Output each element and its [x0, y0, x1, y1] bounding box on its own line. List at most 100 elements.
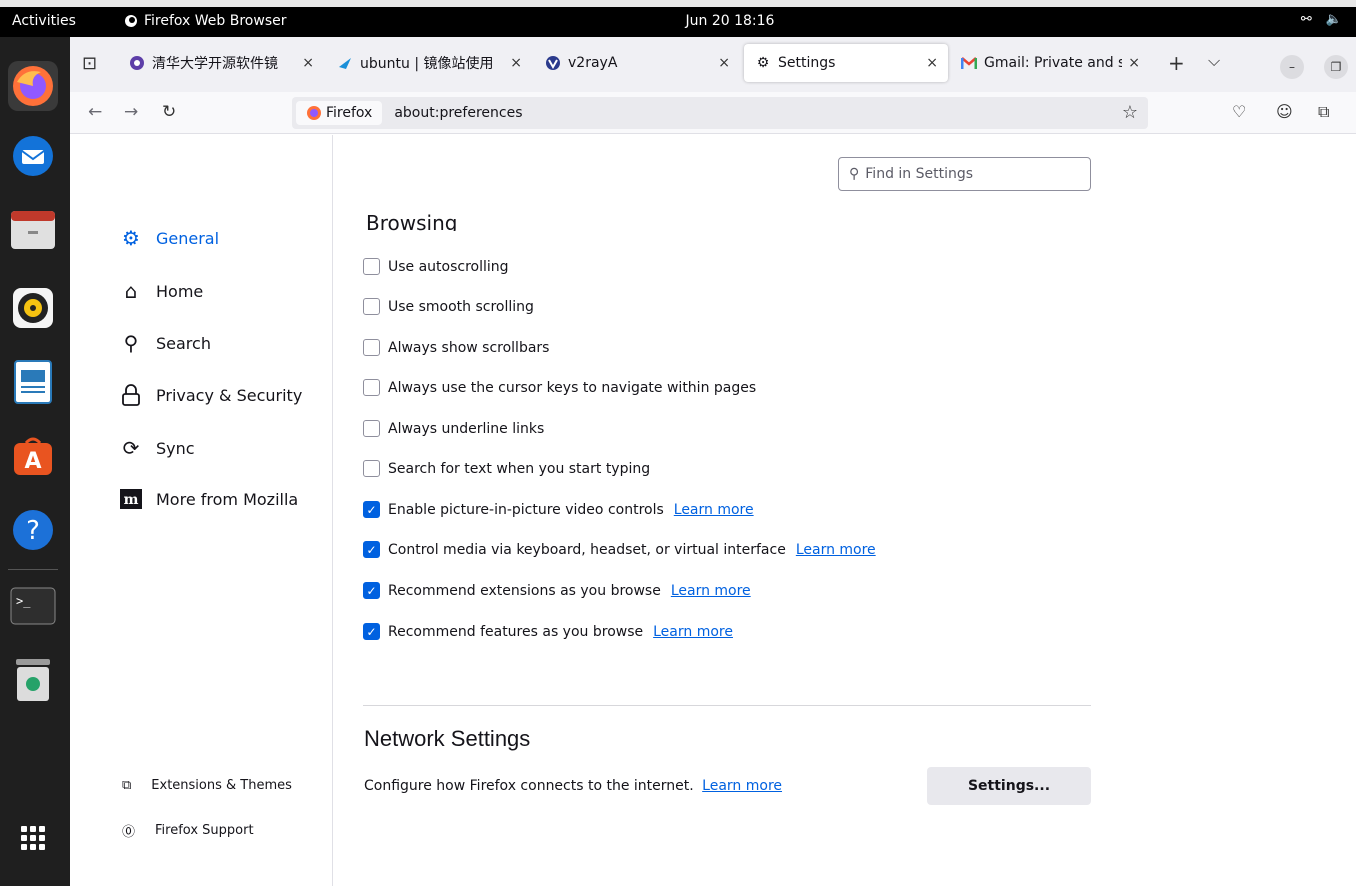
- tab-ubuntu-mirror[interactable]: ubuntu | 镜像站使用 ×: [326, 44, 532, 82]
- option-smooth-scrolling[interactable]: Use smooth scrolling: [363, 298, 534, 315]
- svg-text:m: m: [124, 492, 139, 508]
- category-home[interactable]: ⌂ Home: [118, 279, 204, 303]
- category-label: Sync: [156, 438, 195, 458]
- category-privacy[interactable]: Privacy & Security: [118, 384, 302, 406]
- chevron-down-icon[interactable]: ⌵: [1208, 51, 1220, 71]
- network-icon[interactable]: ⚯: [1301, 12, 1312, 27]
- option-search-typing[interactable]: Search for text when you start typing: [363, 460, 650, 477]
- extensions-themes-link[interactable]: ⧉ Extensions & Themes: [122, 778, 292, 793]
- minimize-icon[interactable]: –: [1280, 55, 1304, 79]
- forward-arrow-icon[interactable]: →: [124, 102, 138, 122]
- identity-label: Firefox: [326, 105, 373, 121]
- footer-label: Firefox Support: [155, 823, 254, 838]
- checkbox[interactable]: [363, 460, 380, 477]
- category-general[interactable]: ⚙ General: [118, 226, 219, 250]
- close-tab-icon[interactable]: ×: [510, 55, 522, 71]
- top-strip: [0, 0, 1356, 7]
- option-media-control[interactable]: ✓ Control media via keyboard, headset, o…: [363, 541, 876, 558]
- sync-icon: ⟳: [122, 436, 140, 460]
- browsing-heading: Browsing: [366, 211, 458, 231]
- option-recommend-extensions[interactable]: ✓ Recommend extensions as you browse Lea…: [363, 582, 751, 599]
- checkbox-checked[interactable]: ✓: [363, 501, 380, 518]
- learn-more-link[interactable]: Learn more: [674, 502, 754, 518]
- checkbox-checked[interactable]: ✓: [363, 541, 380, 558]
- search-icon: ⚲: [849, 166, 860, 182]
- option-show-scrollbars[interactable]: Always show scrollbars: [363, 339, 549, 356]
- restore-icon[interactable]: ❐: [1324, 55, 1348, 79]
- learn-more-link[interactable]: Learn more: [702, 778, 782, 794]
- checkbox[interactable]: [363, 339, 380, 356]
- checkbox-checked[interactable]: ✓: [363, 582, 380, 599]
- checkbox[interactable]: [363, 298, 380, 315]
- checkbox[interactable]: [363, 258, 380, 275]
- checkbox-checked[interactable]: ✓: [363, 623, 380, 640]
- dock-writer-icon[interactable]: [8, 357, 58, 407]
- option-label: Recommend extensions as you browse: [388, 582, 661, 599]
- gear-icon: ⚙: [122, 226, 140, 250]
- checkbox[interactable]: [363, 379, 380, 396]
- checkbox[interactable]: [363, 420, 380, 437]
- firefox-support-link[interactable]: ⓪ Firefox Support: [122, 821, 254, 840]
- dock-trash-icon[interactable]: [8, 655, 58, 705]
- dock-show-apps-icon[interactable]: [8, 813, 58, 863]
- tuna-bird-icon: [336, 55, 354, 71]
- learn-more-link[interactable]: Learn more: [671, 583, 751, 599]
- option-cursor-keys[interactable]: Always use the cursor keys to navigate w…: [363, 379, 756, 396]
- firefox-logo-icon: [307, 106, 321, 120]
- volume-icon[interactable]: 🔈: [1326, 12, 1342, 27]
- category-more-from-mozilla[interactable]: m More from Mozilla: [118, 489, 298, 509]
- tab-tuna[interactable]: 清华大学开源软件镜 ×: [118, 44, 324, 82]
- activities-button[interactable]: Activities: [12, 13, 76, 29]
- svg-text:>_: >_: [16, 594, 31, 608]
- mozilla-icon: m: [118, 489, 144, 509]
- system-tray[interactable]: ⚯ 🔈: [1301, 12, 1342, 27]
- category-sync[interactable]: ⟳ Sync: [118, 436, 195, 460]
- option-underline-links[interactable]: Always underline links: [363, 420, 544, 437]
- close-tab-icon[interactable]: ×: [302, 55, 314, 71]
- url-bar[interactable]: Firefox about:preferences ☆: [292, 97, 1148, 129]
- dock-firefox-icon[interactable]: [8, 61, 58, 111]
- bookmark-star-icon[interactable]: ☆: [1122, 102, 1138, 123]
- pocket-icon[interactable]: ♡: [1232, 102, 1246, 121]
- find-in-settings-input[interactable]: ⚲ Find in Settings: [838, 157, 1091, 191]
- tab-label: Gmail: Private and s: [984, 55, 1123, 71]
- reload-icon[interactable]: ↻: [162, 102, 176, 122]
- back-arrow-icon[interactable]: ←: [88, 102, 102, 122]
- account-icon[interactable]: ☺: [1276, 102, 1293, 121]
- help-circle-icon: ⓪: [122, 825, 136, 840]
- search-icon: ⚲: [123, 331, 139, 355]
- close-tab-icon[interactable]: ×: [1128, 55, 1140, 71]
- app-name: Firefox Web Browser: [144, 13, 287, 29]
- tab-gmail[interactable]: Gmail: Private and s ×: [950, 44, 1150, 82]
- gnome-top-bar: Activities Firefox Web Browser Jun 20 18…: [0, 0, 1356, 37]
- category-search[interactable]: ⚲ Search: [118, 331, 211, 355]
- option-autoscrolling[interactable]: Use autoscrolling: [363, 258, 509, 275]
- url-text[interactable]: about:preferences: [394, 105, 522, 121]
- dock-help-icon[interactable]: ?: [8, 505, 58, 555]
- network-description: Configure how Firefox connects to the in…: [364, 778, 782, 794]
- dock-thunderbird-icon[interactable]: [8, 131, 58, 181]
- close-tab-icon[interactable]: ×: [718, 55, 730, 71]
- extensions-icon[interactable]: ⧉: [1318, 102, 1329, 122]
- settings-sidebar: ⚙ General ⌂ Home ⚲ Search Privacy & Secu…: [70, 135, 333, 886]
- dock-app-center-icon[interactable]: A: [8, 431, 58, 481]
- new-tab-plus-icon[interactable]: +: [1168, 51, 1185, 75]
- learn-more-link[interactable]: Learn more: [796, 542, 876, 558]
- home-icon: ⌂: [124, 279, 138, 303]
- clock[interactable]: Jun 20 18:16: [640, 13, 820, 29]
- option-label: Always use the cursor keys to navigate w…: [388, 379, 757, 396]
- tab-v2raya[interactable]: v2rayA ×: [534, 44, 740, 82]
- list-all-tabs-icon[interactable]: ⊡: [82, 53, 97, 74]
- option-recommend-features[interactable]: ✓ Recommend features as you browse Learn…: [363, 623, 733, 640]
- app-menu[interactable]: Firefox Web Browser: [124, 13, 287, 29]
- learn-more-link[interactable]: Learn more: [653, 624, 733, 640]
- option-picture-in-picture[interactable]: ✓ Enable picture-in-picture video contro…: [363, 501, 754, 518]
- close-tab-icon[interactable]: ×: [926, 55, 938, 71]
- dock-terminal-icon[interactable]: >_: [8, 581, 58, 631]
- dock-rhythmbox-icon[interactable]: [8, 283, 58, 333]
- network-settings-button[interactable]: Settings...: [927, 767, 1091, 805]
- dock-files-icon[interactable]: [8, 205, 58, 255]
- v2raya-icon: [544, 55, 562, 71]
- tab-settings[interactable]: ⚙ Settings ×: [744, 44, 948, 82]
- identity-box[interactable]: Firefox: [296, 101, 383, 125]
